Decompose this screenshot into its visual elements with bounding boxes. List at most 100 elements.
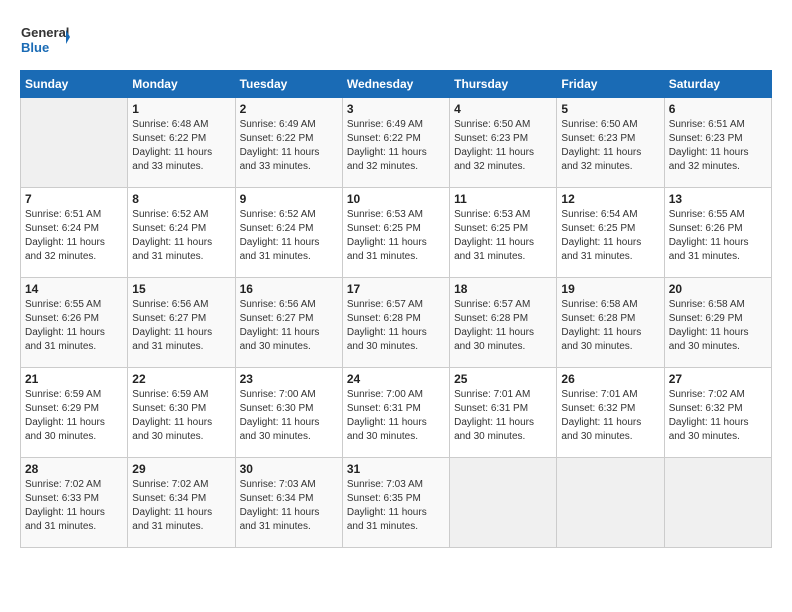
day-number: 15 (132, 282, 230, 296)
calendar-cell: 4 Sunrise: 6:50 AMSunset: 6:23 PMDaylight… (450, 98, 557, 188)
day-number: 20 (669, 282, 767, 296)
day-info: Sunrise: 6:54 AMSunset: 6:25 PMDaylight:… (561, 208, 659, 264)
calendar-cell: 14 Sunrise: 6:55 AMSunset: 6:26 PMDayligh… (21, 278, 128, 368)
day-info: Sunrise: 6:52 AMSunset: 6:24 PMDaylight:… (240, 208, 338, 264)
col-header-sunday: Sunday (21, 71, 128, 98)
day-info: Sunrise: 6:53 AMSunset: 6:25 PMDaylight:… (454, 208, 552, 264)
calendar-cell: 11 Sunrise: 6:53 AMSunset: 6:25 PMDayligh… (450, 188, 557, 278)
day-number: 21 (25, 372, 123, 386)
day-number: 17 (347, 282, 445, 296)
col-header-friday: Friday (557, 71, 664, 98)
col-header-thursday: Thursday (450, 71, 557, 98)
day-info: Sunrise: 6:51 AMSunset: 6:23 PMDaylight:… (669, 118, 767, 174)
calendar-cell: 10 Sunrise: 6:53 AMSunset: 6:25 PMDayligh… (342, 188, 449, 278)
calendar-cell: 24Sunrise: 7:00 AMSunset: 6:31 PMDayligh… (342, 368, 449, 458)
day-info: Sunrise: 6:57 AMSunset: 6:28 PMDaylight:… (454, 298, 552, 354)
day-number: 14 (25, 282, 123, 296)
day-info: Sunrise: 6:55 AMSunset: 6:26 PMDaylight:… (25, 298, 123, 354)
day-info: Sunrise: 6:49 AMSunset: 6:22 PMDaylight:… (240, 118, 338, 174)
calendar-header-row: SundayMondayTuesdayWednesdayThursdayFrid… (21, 71, 772, 98)
day-number: 5 (561, 102, 659, 116)
calendar-cell: 31Sunrise: 7:03 AMSunset: 6:35 PMDayligh… (342, 458, 449, 548)
day-info: Sunrise: 6:49 AMSunset: 6:22 PMDaylight:… (347, 118, 445, 174)
week-row-5: 28 Sunrise: 7:02 AMSunset: 6:33 PMDayligh… (21, 458, 772, 548)
day-number: 7 (25, 192, 123, 206)
day-info: Sunrise: 6:56 AMSunset: 6:27 PMDaylight:… (240, 298, 338, 354)
day-number: 2 (240, 102, 338, 116)
calendar-cell: 5 Sunrise: 6:50 AMSunset: 6:23 PMDaylight… (557, 98, 664, 188)
calendar-cell (450, 458, 557, 548)
day-number: 22 (132, 372, 230, 386)
logo: General Blue (20, 20, 70, 60)
day-number: 1 (132, 102, 230, 116)
calendar-cell: 30Sunrise: 7:03 AMSunset: 6:34 PMDayligh… (235, 458, 342, 548)
day-info: Sunrise: 6:59 AMSunset: 6:29 PMDaylight:… (25, 388, 123, 444)
day-info: Sunrise: 6:53 AMSunset: 6:25 PMDaylight:… (347, 208, 445, 264)
col-header-monday: Monday (128, 71, 235, 98)
day-info: Sunrise: 7:01 AMSunset: 6:31 PMDaylight:… (454, 388, 552, 444)
calendar-cell: 7Sunrise: 6:51 AMSunset: 6:24 PMDaylight… (21, 188, 128, 278)
day-info: Sunrise: 6:55 AMSunset: 6:26 PMDaylight:… (669, 208, 767, 264)
day-info: Sunrise: 7:01 AMSunset: 6:32 PMDaylight:… (561, 388, 659, 444)
calendar-cell (664, 458, 771, 548)
calendar-cell: 26Sunrise: 7:01 AMSunset: 6:32 PMDayligh… (557, 368, 664, 458)
day-info: Sunrise: 6:48 AMSunset: 6:22 PMDaylight:… (132, 118, 230, 174)
day-number: 29 (132, 462, 230, 476)
day-number: 19 (561, 282, 659, 296)
day-number: 11 (454, 192, 552, 206)
calendar-cell: 8 Sunrise: 6:52 AMSunset: 6:24 PMDaylight… (128, 188, 235, 278)
calendar-cell: 15 Sunrise: 6:56 AMSunset: 6:27 PMDayligh… (128, 278, 235, 368)
calendar-cell: 16 Sunrise: 6:56 AMSunset: 6:27 PMDayligh… (235, 278, 342, 368)
day-info: Sunrise: 7:00 AMSunset: 6:31 PMDaylight:… (347, 388, 445, 444)
calendar-cell: 2 Sunrise: 6:49 AMSunset: 6:22 PMDaylight… (235, 98, 342, 188)
day-info: Sunrise: 7:00 AMSunset: 6:30 PMDaylight:… (240, 388, 338, 444)
day-number: 31 (347, 462, 445, 476)
svg-text:Blue: Blue (21, 40, 49, 55)
col-header-saturday: Saturday (664, 71, 771, 98)
day-info: Sunrise: 6:58 AMSunset: 6:28 PMDaylight:… (561, 298, 659, 354)
calendar-cell: 17 Sunrise: 6:57 AMSunset: 6:28 PMDayligh… (342, 278, 449, 368)
day-info: Sunrise: 6:59 AMSunset: 6:30 PMDaylight:… (132, 388, 230, 444)
day-number: 8 (132, 192, 230, 206)
svg-text:General: General (21, 25, 69, 40)
day-number: 27 (669, 372, 767, 386)
day-info: Sunrise: 6:57 AMSunset: 6:28 PMDaylight:… (347, 298, 445, 354)
day-number: 9 (240, 192, 338, 206)
day-number: 16 (240, 282, 338, 296)
col-header-wednesday: Wednesday (342, 71, 449, 98)
calendar-cell: 23 Sunrise: 7:00 AMSunset: 6:30 PMDayligh… (235, 368, 342, 458)
calendar-cell: 9 Sunrise: 6:52 AMSunset: 6:24 PMDaylight… (235, 188, 342, 278)
day-info: Sunrise: 6:50 AMSunset: 6:23 PMDaylight:… (454, 118, 552, 174)
day-number: 28 (25, 462, 123, 476)
calendar-cell: 3Sunrise: 6:49 AMSunset: 6:22 PMDaylight… (342, 98, 449, 188)
day-number: 4 (454, 102, 552, 116)
calendar-cell (21, 98, 128, 188)
day-number: 6 (669, 102, 767, 116)
page-header: General Blue (20, 20, 772, 60)
day-number: 25 (454, 372, 552, 386)
calendar-cell (557, 458, 664, 548)
day-info: Sunrise: 6:50 AMSunset: 6:23 PMDaylight:… (561, 118, 659, 174)
day-info: Sunrise: 6:56 AMSunset: 6:27 PMDaylight:… (132, 298, 230, 354)
week-row-3: 14 Sunrise: 6:55 AMSunset: 6:26 PMDayligh… (21, 278, 772, 368)
day-info: Sunrise: 7:02 AMSunset: 6:34 PMDaylight:… (132, 478, 230, 534)
week-row-2: 7Sunrise: 6:51 AMSunset: 6:24 PMDaylight… (21, 188, 772, 278)
calendar-cell: 21 Sunrise: 6:59 AMSunset: 6:29 PMDayligh… (21, 368, 128, 458)
calendar-cell: 13Sunrise: 6:55 AMSunset: 6:26 PMDayligh… (664, 188, 771, 278)
day-number: 23 (240, 372, 338, 386)
calendar-cell: 25 Sunrise: 7:01 AMSunset: 6:31 PMDayligh… (450, 368, 557, 458)
col-header-tuesday: Tuesday (235, 71, 342, 98)
calendar-cell: 6 Sunrise: 6:51 AMSunset: 6:23 PMDaylight… (664, 98, 771, 188)
day-info: Sunrise: 7:02 AMSunset: 6:33 PMDaylight:… (25, 478, 123, 534)
calendar-table: SundayMondayTuesdayWednesdayThursdayFrid… (20, 70, 772, 548)
week-row-1: 1 Sunrise: 6:48 AMSunset: 6:22 PMDaylight… (21, 98, 772, 188)
calendar-cell: 28 Sunrise: 7:02 AMSunset: 6:33 PMDayligh… (21, 458, 128, 548)
calendar-cell: 20Sunrise: 6:58 AMSunset: 6:29 PMDayligh… (664, 278, 771, 368)
day-number: 18 (454, 282, 552, 296)
calendar-cell: 22 Sunrise: 6:59 AMSunset: 6:30 PMDayligh… (128, 368, 235, 458)
day-info: Sunrise: 7:03 AMSunset: 6:34 PMDaylight:… (240, 478, 338, 534)
calendar-cell: 27Sunrise: 7:02 AMSunset: 6:32 PMDayligh… (664, 368, 771, 458)
day-number: 10 (347, 192, 445, 206)
day-number: 12 (561, 192, 659, 206)
day-info: Sunrise: 6:52 AMSunset: 6:24 PMDaylight:… (132, 208, 230, 264)
